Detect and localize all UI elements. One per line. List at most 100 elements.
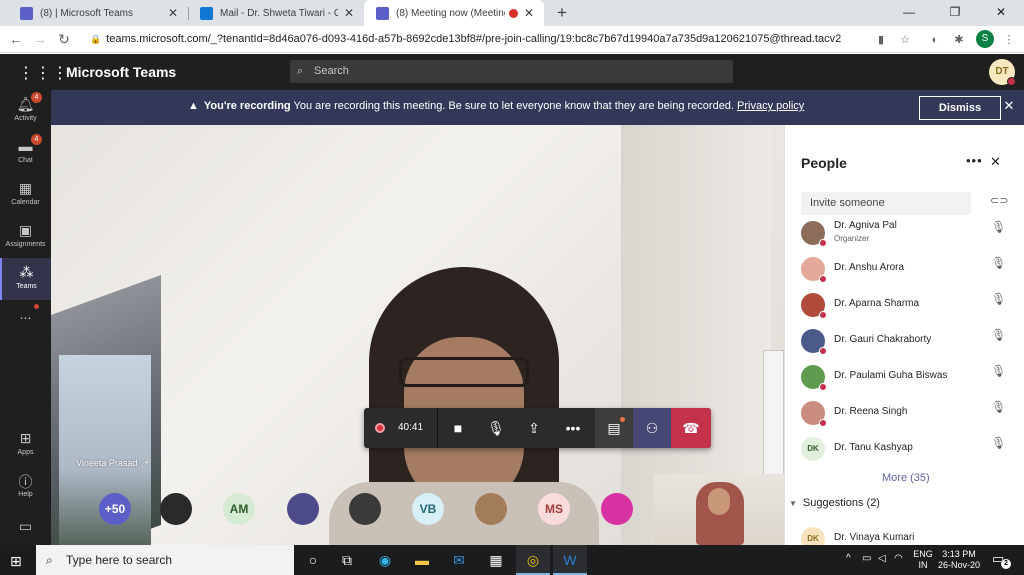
more-participants-link[interactable]: More (35): [882, 472, 930, 484]
close-icon[interactable]: ✕: [344, 6, 354, 20]
volume-icon[interactable]: ◁: [878, 553, 886, 564]
browser-profile-avatar[interactable]: S: [976, 30, 994, 48]
reload-icon[interactable]: ↻: [54, 30, 74, 50]
participant-avatar[interactable]: MS: [538, 493, 570, 525]
participant-row[interactable]: Dr. Agniva Pal Organizer 🎙︎: [801, 217, 1011, 251]
self-video-thumbnail[interactable]: [654, 474, 784, 545]
teams-header: ⋮⋮⋮ Microsoft Teams ⌕ Search DT: [0, 54, 1024, 90]
store-icon[interactable]: ▦: [479, 545, 513, 575]
wifi-icon[interactable]: ◠: [894, 553, 903, 564]
participant-row[interactable]: Dr. Anshu Arora 🎙︎: [801, 253, 1011, 287]
browser-menu-icon[interactable]: ⋮: [1000, 31, 1018, 49]
participant-avatar: [801, 365, 827, 391]
copy-link-icon[interactable]: ⊂⊃: [990, 194, 1008, 207]
recording-indicator-icon: [508, 8, 518, 18]
app-launcher-icon[interactable]: ⋮⋮⋮: [18, 63, 69, 83]
windows-start-icon[interactable]: ⊞: [10, 553, 22, 570]
privacy-policy-link[interactable]: Privacy policy: [737, 100, 804, 112]
invite-input[interactable]: Invite someone: [801, 192, 971, 215]
browser-tab-teams[interactable]: (8) | Microsoft Teams ✕: [8, 0, 188, 26]
participant-avatar[interactable]: [601, 493, 633, 525]
browser-tab-meeting[interactable]: (8) Meeting now (Meeting) | ✕: [364, 0, 544, 26]
task-view-icon[interactable]: ⧉: [330, 545, 364, 575]
share-screen-button[interactable]: ⇪: [515, 408, 553, 448]
participant-avatar[interactable]: [349, 493, 381, 525]
mail-icon[interactable]: ✉: [442, 545, 476, 575]
close-icon[interactable]: ✕: [1001, 98, 1017, 114]
mic-muted-icon: 🎙︎: [991, 400, 1007, 414]
clock-date: 26-Nov-20: [937, 560, 981, 570]
activity-badge: 4: [31, 92, 42, 103]
show-participants-button[interactable]: ⚇: [633, 408, 671, 448]
chrome-icon[interactable]: ◎: [516, 545, 550, 575]
window-close-icon[interactable]: ✕: [978, 0, 1024, 26]
camera-button[interactable]: ■: [439, 408, 477, 448]
back-icon[interactable]: ←: [6, 30, 26, 50]
overflow-participants-button[interactable]: +50: [99, 493, 131, 525]
close-icon[interactable]: ✕: [990, 154, 1001, 170]
show-conversation-button[interactable]: ▤: [595, 408, 633, 448]
rail-label: Activity: [14, 115, 37, 122]
close-icon[interactable]: ✕: [524, 6, 534, 20]
participant-avatar[interactable]: AM: [223, 493, 255, 525]
participant-row[interactable]: Dr. Reena Singh 🎙︎: [801, 397, 1011, 431]
hang-up-button[interactable]: ☎: [671, 408, 711, 448]
speaker-name-label: Vineeta Prasad 🎤︎: [76, 458, 151, 469]
camera-icon: ■: [453, 420, 463, 436]
extension-icon[interactable]: ◐: [926, 31, 944, 49]
participant-initials: DK: [807, 534, 819, 543]
participant-avatar[interactable]: [287, 493, 319, 525]
recording-banner: ▲ You're recording You are recording this…: [51, 90, 1024, 125]
url-field[interactable]: 🔒 teams.microsoft.com/_?tenantId=8d46a076…: [90, 31, 860, 49]
forward-icon[interactable]: →: [30, 30, 50, 50]
search-placeholder: Search: [314, 65, 349, 77]
mic-muted-icon: 🎙︎: [991, 328, 1007, 342]
rail-item-more[interactable]: ...: [0, 300, 51, 342]
new-tab-button[interactable]: +: [552, 2, 572, 24]
rail-item-apps[interactable]: ⊞ Apps: [0, 424, 51, 466]
participant-row[interactable]: Dr. Paulami Guha Biswas 🎙︎: [801, 361, 1011, 395]
participant-row[interactable]: Dr. Gauri Chakraborty 🎙︎: [801, 325, 1011, 359]
cortana-icon[interactable]: ○: [296, 545, 330, 575]
close-icon[interactable]: ✕: [168, 6, 178, 20]
word-icon[interactable]: W: [553, 545, 587, 575]
presence-busy-icon: [819, 239, 827, 247]
language-indicator[interactable]: ENG IN: [908, 545, 938, 575]
participant-avatar[interactable]: VB: [412, 493, 444, 525]
chevron-down-icon: ▼: [789, 499, 797, 508]
participant-row[interactable]: Dr. Aparna Sharma 🎙︎: [801, 289, 1011, 323]
edge-icon[interactable]: ◉: [368, 545, 402, 575]
more-actions-button[interactable]: •••: [553, 408, 593, 448]
camera-blocked-icon[interactable]: ▮: [872, 31, 890, 49]
rail-item-chat[interactable]: ▬ Chat 4: [0, 132, 51, 174]
dismiss-button[interactable]: Dismiss: [919, 96, 1001, 120]
taskbar-clock[interactable]: 3:13 PM 26-Nov-20: [936, 545, 982, 575]
tray-chevron-icon[interactable]: ^: [846, 553, 851, 564]
rail-item-teams[interactable]: ⁂ Teams: [0, 258, 51, 300]
search-input[interactable]: ⌕ Search: [290, 60, 733, 83]
participant-row[interactable]: DK Dr. Tanu Kashyap 🎙︎: [801, 433, 1011, 467]
file-explorer-icon[interactable]: ▬: [405, 545, 439, 575]
rail-item-help[interactable]: ⓘ Help: [0, 466, 51, 508]
minimize-icon[interactable]: —: [886, 0, 932, 26]
rail-item-assignments[interactable]: ▣ Assignments: [0, 216, 51, 258]
rail-item-calendar[interactable]: ▦ Calendar: [0, 174, 51, 216]
puzzle-icon[interactable]: ✱: [950, 31, 968, 49]
restore-icon[interactable]: ❐: [932, 0, 978, 26]
microphone-button[interactable]: 🎙︎: [477, 408, 515, 448]
address-bar: ← → ↻ 🔒 teams.microsoft.com/_?tenantId=8d…: [0, 26, 1024, 53]
taskbar-search-input[interactable]: ⌕ Type here to search: [36, 545, 294, 575]
bookmark-star-icon[interactable]: ☆: [896, 31, 914, 49]
suggestions-header[interactable]: ▼ Suggestions (2): [789, 497, 880, 509]
browser-tab-outlook[interactable]: Mail - Dr. Shweta Tiwari - Outloo ✕: [188, 0, 364, 26]
participant-avatar: [801, 329, 827, 355]
participant-avatar[interactable]: [160, 493, 192, 525]
network-icon[interactable]: ▭: [862, 553, 871, 564]
user-avatar[interactable]: DT: [989, 59, 1016, 86]
rail-item-activity[interactable]: 🔔︎ Activity 4: [0, 90, 51, 132]
windows-taskbar: ⊞ ⌕ Type here to search ○ ⧉ ◉ ▬ ✉ ▦ ◎ W …: [0, 545, 1024, 575]
more-options-icon[interactable]: •••: [966, 153, 983, 168]
participant-avatar[interactable]: [475, 493, 507, 525]
outlook-icon: [200, 6, 213, 20]
rail-item-device[interactable]: ▭: [0, 508, 51, 545]
